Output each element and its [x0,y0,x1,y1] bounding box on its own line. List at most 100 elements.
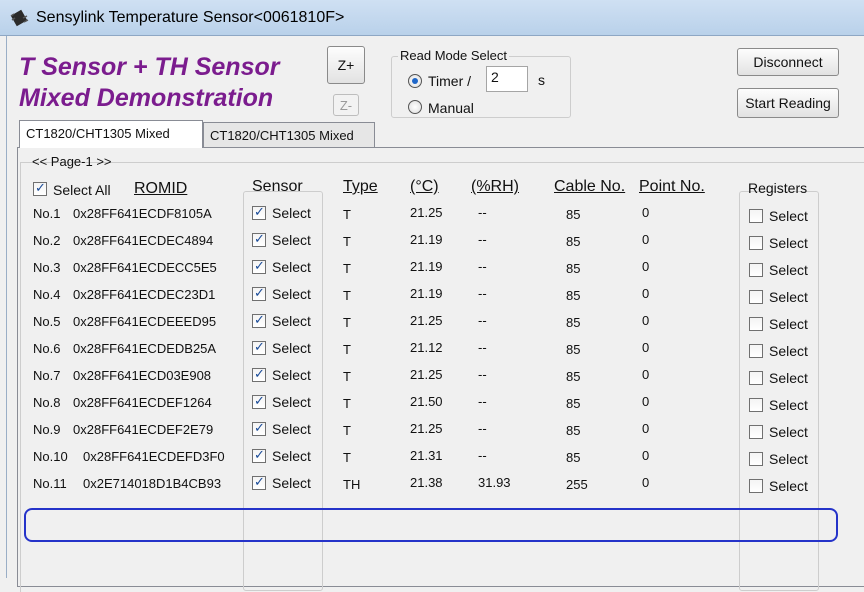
sensor-select-label: Select [272,232,311,248]
cable-no-value: 85 [566,261,581,276]
register-select-checkbox[interactable] [749,263,763,277]
title-line-1: T Sensor + TH Sensor [19,53,280,81]
register-select-label: Select [769,451,808,467]
row-number: No.7 [33,368,61,383]
sensor-select-checkbox[interactable] [252,285,266,301]
cable-no-value: 85 [566,315,581,330]
row-number: No.9 [33,422,61,437]
sensor-select-checkbox[interactable] [252,312,266,328]
type-value: T [343,342,351,357]
register-select-checkbox[interactable] [749,371,763,385]
timer-radio[interactable] [408,74,422,88]
cable-no-value: 85 [566,450,581,465]
romid-value: 0x2E714018D1B4CB93 [83,476,222,491]
cable-no-value: 85 [566,369,581,384]
temperature-value: 21.31 [410,448,443,463]
register-select-checkbox[interactable] [749,290,763,304]
disconnect-button[interactable]: Disconnect [737,48,839,76]
register-select-checkbox[interactable] [749,452,763,466]
sensor-select-checkbox[interactable] [252,420,266,436]
type-value: T [343,234,351,249]
highlight-th-row [24,508,838,542]
register-select-label: Select [769,478,808,494]
sensor-select-label: Select [272,286,311,302]
point-no-value: 0 [642,340,650,355]
romid-value: 0x28FF641ECDECC5E5 [73,260,217,275]
sensor-select-label: Select [272,448,311,464]
register-select-checkbox[interactable] [749,425,763,439]
title-bar: Sensylink Temperature Sensor<0061810F> [0,0,864,36]
cable-no-value: 85 [566,288,581,303]
type-value: T [343,423,351,438]
sensor-select-checkbox[interactable] [252,231,266,247]
humidity-value: -- [478,367,487,382]
manual-radio[interactable] [408,100,422,114]
header-point-no: Point No. [639,178,705,195]
row-number: No.10 [33,449,68,464]
register-select-label: Select [769,316,808,332]
type-value: T [343,369,351,384]
point-no-value: 0 [642,448,650,463]
sensor-select-label: Select [272,340,311,356]
point-no-value: 0 [642,394,650,409]
temperature-value: 21.25 [410,313,443,328]
romid-value: 0x28FF641ECDF8105A [73,206,212,221]
header-cable-no: Cable No. [554,178,626,195]
cable-no-value: 85 [566,207,581,222]
window-title: Sensylink Temperature Sensor<0061810F> [36,9,345,26]
row-number: No.5 [33,314,61,329]
sensor-select-checkbox[interactable] [252,447,266,463]
register-select-checkbox[interactable] [749,317,763,331]
read-mode-legend: Read Mode Select [398,48,509,63]
humidity-value: -- [478,448,487,463]
header-type: Type [343,178,378,195]
row-number: No.2 [33,233,61,248]
select-all-checkbox[interactable] [33,180,47,196]
tab-mixed-1[interactable]: CT1820/CHT1305 Mixed [19,120,203,148]
romid-value: 0x28FF641ECD03E908 [73,368,212,383]
register-select-label: Select [769,289,808,305]
zoom-out-button[interactable]: Z- [333,94,359,116]
point-no-value: 0 [642,205,650,220]
point-no-value: 0 [642,232,650,247]
humidity-value: -- [478,421,487,436]
sensor-select-checkbox[interactable] [252,339,266,355]
timer-unit: s [538,72,545,88]
main-window: T Sensor + TH Sensor Mixed Demonstration… [6,36,864,592]
sensor-select-checkbox[interactable] [252,204,266,220]
timer-interval-input[interactable]: 2 [486,66,528,92]
temperature-value: 21.38 [410,475,443,490]
point-no-value: 0 [642,475,650,490]
point-no-value: 0 [642,286,650,301]
register-select-checkbox[interactable] [749,236,763,250]
sensor-select-checkbox[interactable] [252,393,266,409]
register-select-checkbox[interactable] [749,209,763,223]
register-select-checkbox[interactable] [749,479,763,493]
register-select-label: Select [769,397,808,413]
row-number: No.11 [33,476,67,491]
sensor-select-label: Select [272,367,311,383]
register-select-label: Select [769,208,808,224]
point-no-value: 0 [642,367,650,382]
zoom-in-button[interactable]: Z+ [327,46,365,84]
select-all-label: Select All [53,182,111,198]
start-reading-button[interactable]: Start Reading [737,88,839,118]
cable-no-value: 85 [566,342,581,357]
row-number: No.4 [33,287,61,302]
timer-label: Timer / [428,73,472,89]
humidity-value: -- [478,205,487,220]
register-select-checkbox[interactable] [749,398,763,412]
sensor-select-checkbox[interactable] [252,474,266,490]
page-navigator[interactable]: << Page-1 >> [32,154,112,169]
title-line-2: Mixed Demonstration [19,84,274,112]
romid-value: 0x28FF641ECDEFD3F0 [83,449,225,464]
cable-no-value: 255 [566,477,588,492]
sensor-select-checkbox[interactable] [252,366,266,382]
temperature-value: 21.25 [410,421,443,436]
sensor-select-checkbox[interactable] [252,258,266,274]
humidity-value: -- [478,232,487,247]
temperature-value: 21.25 [410,367,443,382]
point-no-value: 0 [642,313,650,328]
tab-mixed-2[interactable]: CT1820/CHT1305 Mixed [203,122,375,148]
register-select-checkbox[interactable] [749,344,763,358]
